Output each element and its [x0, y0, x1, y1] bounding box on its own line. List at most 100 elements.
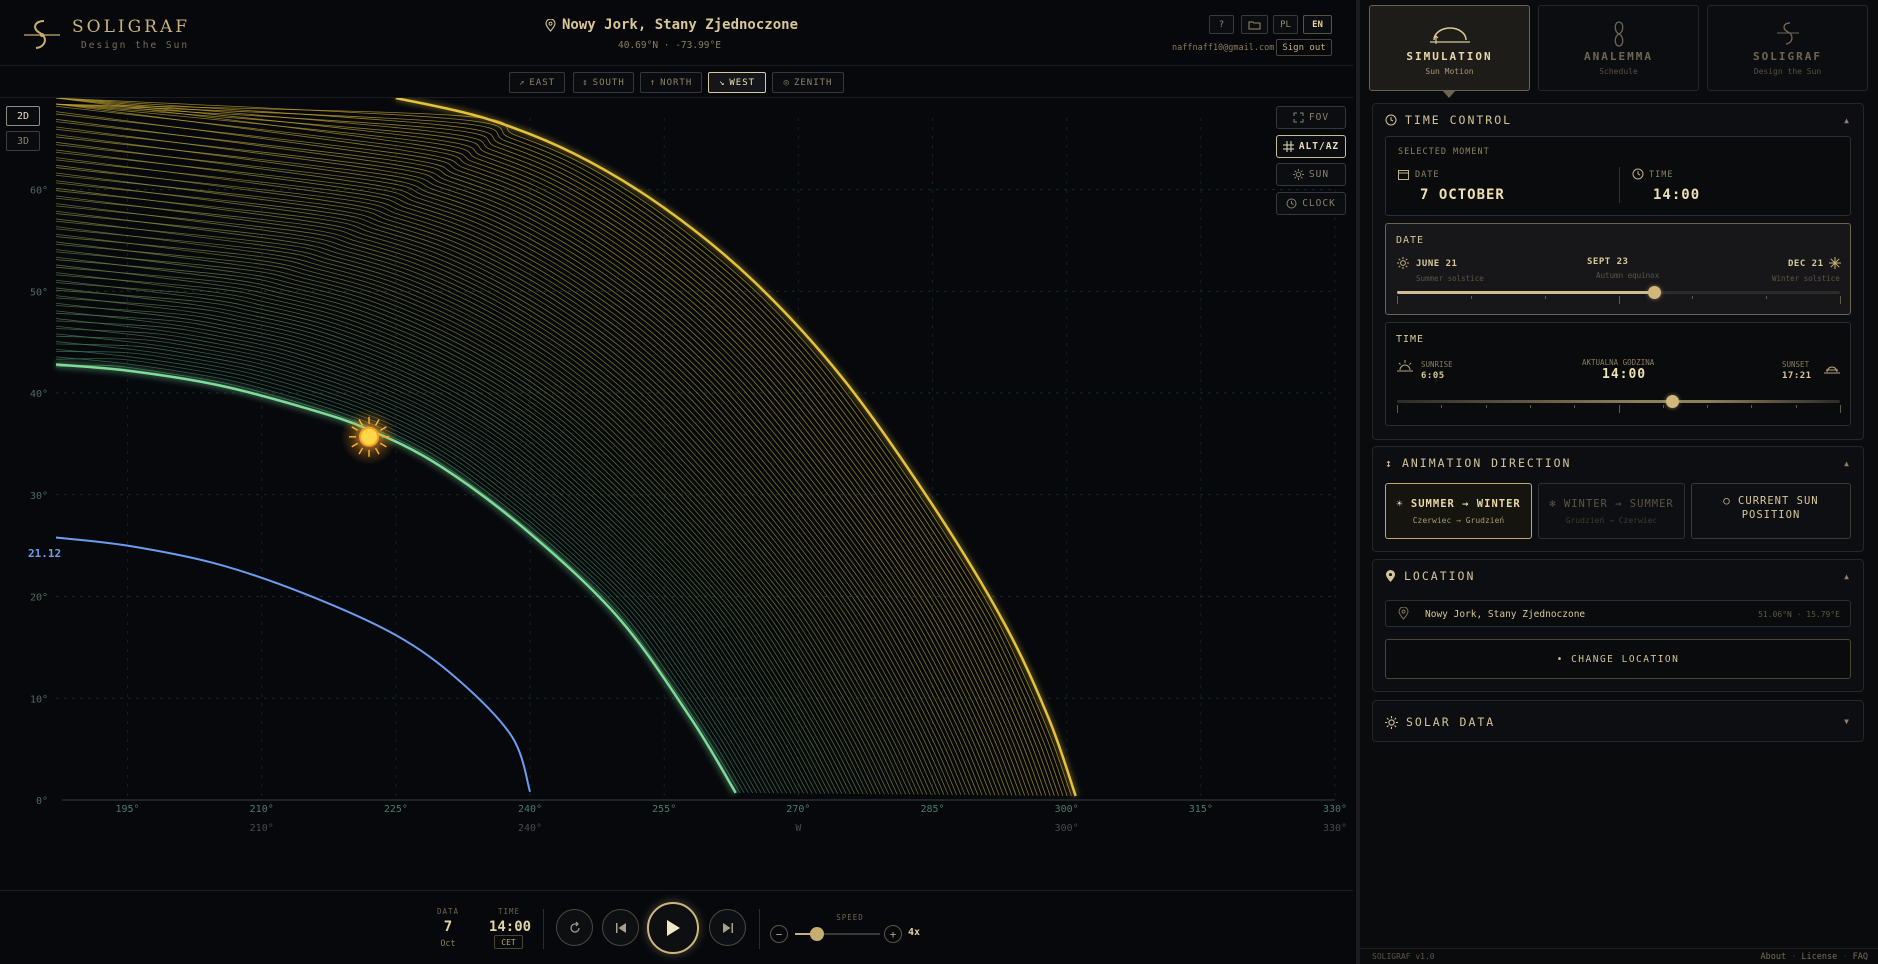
- direction-zenith-button[interactable]: ◎ ZENITH: [772, 72, 844, 93]
- x-tick-label: 270°: [786, 804, 810, 815]
- time-value: 14:00: [488, 919, 532, 935]
- time-slider-track[interactable]: [1397, 400, 1840, 403]
- sun-icon: [1397, 257, 1409, 269]
- direction-label: SOUTH: [592, 77, 625, 88]
- sign-out-button[interactable]: Sign out: [1276, 39, 1332, 56]
- direction-east-button[interactable]: ↗ EAST: [509, 72, 565, 93]
- sun-icon: [1385, 715, 1398, 729]
- slider-tick: [1840, 296, 1841, 304]
- play-button[interactable]: [647, 902, 699, 954]
- change-location-button[interactable]: • CHANGE LOCATION: [1385, 639, 1851, 679]
- time-control-header[interactable]: TIME CONTROL: [1385, 113, 1512, 127]
- step-forward-button[interactable]: [709, 909, 746, 946]
- direction-north-button[interactable]: ↑ NORTH: [640, 72, 702, 93]
- collapse-up-icon[interactable]: ▲: [1844, 459, 1849, 468]
- daily-arc: [55, 167, 962, 796]
- daily-arc: [55, 134, 992, 796]
- date-slider-thumb[interactable]: [1647, 286, 1661, 299]
- grid-icon: [1282, 141, 1294, 152]
- winter-to-summer-button[interactable]: ❄ WINTER → SUMMER Grudzień → Czerwiec: [1538, 483, 1685, 539]
- about-link[interactable]: About: [1760, 952, 1786, 962]
- lang-pl-button[interactable]: PL: [1273, 15, 1298, 34]
- daily-arc: [55, 136, 996, 796]
- expand-down-icon[interactable]: ▼: [1844, 717, 1849, 726]
- section-title: LOCATION: [1404, 569, 1476, 583]
- collapse-up-icon[interactable]: ▲: [1844, 572, 1849, 581]
- daily-arc: [55, 97, 1051, 796]
- section-title: ANIMATION DIRECTION: [1401, 456, 1572, 470]
- mode-tab-soligraf[interactable]: SOLIGRAF Design the Sun: [1707, 5, 1868, 91]
- folder-button[interactable]: [1241, 15, 1268, 34]
- mode-tab-simulation[interactable]: SIMULATION Sun Motion: [1369, 5, 1530, 91]
- x-secondary-tick-label: 330°: [1323, 823, 1347, 834]
- current-time: 14:00: [1602, 367, 1647, 382]
- clock-label: CLOCK: [1302, 198, 1336, 209]
- direction-south-button[interactable]: ↕ SOUTH: [573, 72, 634, 93]
- x-secondary-tick-label: 240°: [518, 823, 542, 834]
- speed-value: 4x: [908, 927, 921, 938]
- summer-to-winter-button[interactable]: ☀ SUMMER → WINTER Czerwiec → Grudzień: [1385, 483, 1532, 539]
- calendar-icon: [1398, 170, 1409, 180]
- animation-header[interactable]: ↕ ANIMATION DIRECTION: [1385, 456, 1572, 470]
- timezone-badge: CET: [494, 935, 523, 949]
- x-tick-label: 330°: [1323, 804, 1347, 815]
- slider-tick: [1766, 296, 1768, 299]
- daily-arc: [55, 333, 771, 794]
- daily-arc: [55, 210, 907, 795]
- license-link[interactable]: License: [1801, 952, 1837, 962]
- slider-tick: [1707, 405, 1709, 408]
- altaz-button[interactable]: ALT/AZ: [1276, 135, 1346, 158]
- sun-path-chart[interactable]: 0° 10° 20° 30° 40° 50° 60° 195° 210° 225° 240° 255°…: [0, 95, 1353, 890]
- daily-arc: [55, 351, 758, 794]
- current-sun-position-button[interactable]: ○ CURRENT SUN POSITION: [1691, 483, 1851, 539]
- slider-tick: [1397, 296, 1398, 304]
- time-control-section: TIME CONTROL ▲ SELECTED MOMENT DATE 7 OC…: [1372, 103, 1864, 440]
- daily-arc: [55, 364, 741, 794]
- time-slider-thumb[interactable]: [1665, 395, 1679, 408]
- daily-arc: [55, 341, 762, 794]
- view-2d-button[interactable]: 2D: [6, 106, 40, 126]
- slider-tick: [1397, 405, 1398, 413]
- mode-label: ANALEMMA: [1584, 50, 1653, 63]
- speed-slider-thumb[interactable]: [810, 927, 825, 941]
- sun-marker-icon: [359, 426, 380, 447]
- daily-arc: [55, 118, 1009, 796]
- step-back-button[interactable]: [602, 909, 639, 946]
- sun-overlay-button[interactable]: SUN: [1276, 163, 1346, 186]
- solar-data-section[interactable]: SOLAR DATA ▼: [1372, 700, 1864, 742]
- user-email: naffnaff10@gmail.com: [1172, 43, 1275, 53]
- daily-arc: [55, 113, 1021, 796]
- slider-tick: [1485, 405, 1487, 408]
- sunrise-small-icon: [1397, 360, 1413, 372]
- help-button[interactable]: ?: [1209, 15, 1234, 34]
- speed-increase-button[interactable]: +: [884, 925, 902, 943]
- arrow-up-icon: ↑: [649, 77, 657, 88]
- direction-west-button[interactable]: ↘ WEST: [708, 72, 766, 93]
- faq-link[interactable]: FAQ: [1853, 952, 1868, 962]
- updown-arrow-icon: ↕: [1385, 456, 1394, 470]
- slider-tick: [1795, 405, 1797, 408]
- daily-arc: [55, 197, 928, 795]
- date-slider-fill: [1397, 291, 1654, 294]
- view-3d-button[interactable]: 3D: [6, 131, 40, 151]
- location-title[interactable]: Nowy Jork, Stany Zjednoczone: [545, 17, 798, 33]
- clock-button[interactable]: CLOCK: [1276, 192, 1346, 215]
- location-header[interactable]: LOCATION: [1385, 569, 1475, 583]
- sunset-small-icon: [1824, 366, 1840, 374]
- lang-en-button[interactable]: EN: [1303, 15, 1332, 34]
- map-pin-icon: [1398, 607, 1409, 620]
- fov-button[interactable]: FOV: [1276, 106, 1346, 129]
- reset-button[interactable]: [556, 909, 593, 946]
- date-small-label: DATA: [436, 907, 460, 916]
- skip-back-icon: [615, 922, 626, 933]
- expand-icon: [1293, 112, 1304, 123]
- mode-sub: Design the Sun: [1753, 67, 1822, 76]
- mode-label: SIMULATION: [1406, 50, 1493, 63]
- direction-label: NORTH: [660, 77, 693, 88]
- daily-arc: [55, 266, 851, 795]
- mode-tab-analemma[interactable]: ANALEMMA Schedule: [1538, 5, 1699, 91]
- solar-data-header[interactable]: SOLAR DATA: [1385, 715, 1495, 729]
- play-icon: [667, 920, 680, 936]
- collapse-up-icon[interactable]: ▲: [1844, 116, 1849, 125]
- speed-decrease-button[interactable]: −: [770, 925, 788, 943]
